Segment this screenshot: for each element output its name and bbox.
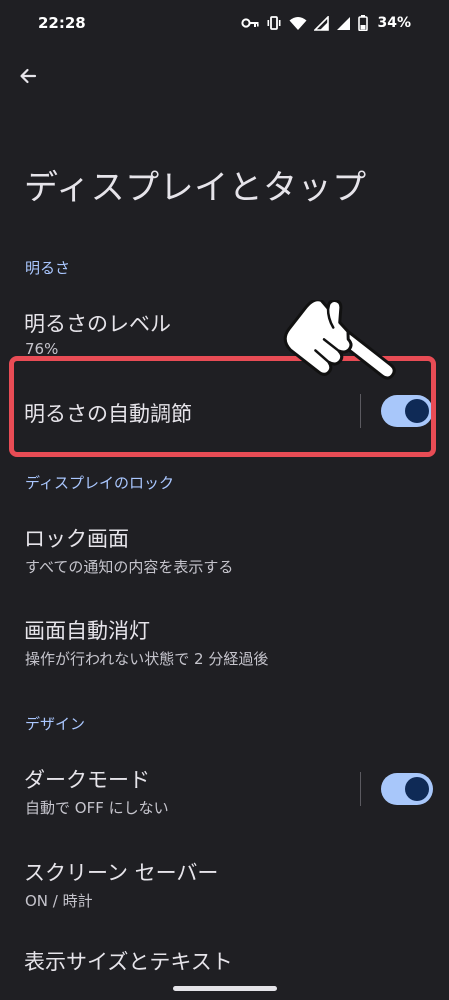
dark-mode-item[interactable]: ダークモード 自動で OFF にしない	[0, 752, 449, 832]
battery-icon	[358, 15, 369, 31]
screen-timeout-item[interactable]: 画面自動消灯 操作が行われない状態で 2 分経過後	[0, 602, 449, 682]
signal-icon	[336, 16, 351, 31]
dark-mode-title: ダークモード	[24, 768, 150, 792]
dark-mode-subtitle: 自動で OFF にしない	[25, 799, 169, 817]
adaptive-brightness-toggle[interactable]	[381, 395, 433, 427]
status-time: 22:28	[38, 14, 86, 32]
back-button[interactable]	[12, 62, 44, 94]
battery-percentage: 34%	[377, 15, 411, 31]
lock-screen-subtitle: すべての通知の内容を表示する	[25, 558, 234, 576]
toggle-divider	[360, 772, 361, 806]
brightness-level-item[interactable]: 明るさのレベル 76%	[0, 296, 449, 362]
arrow-back-icon	[18, 66, 38, 90]
section-header-brightness: 明るさ	[25, 259, 71, 277]
toggle-knob	[405, 399, 429, 423]
dark-mode-toggle[interactable]	[381, 773, 433, 805]
status-bar: 22:28 34%	[0, 0, 449, 48]
screensaver-title: スクリーン セーバー	[24, 861, 219, 885]
toggle-knob	[405, 777, 429, 801]
key-icon	[241, 17, 260, 29]
display-size-title: 表示サイズとテキスト	[24, 950, 233, 974]
toggle-divider	[360, 394, 361, 428]
screen-timeout-title: 画面自動消灯	[24, 619, 150, 643]
page-title: ディスプレイとタップ	[24, 168, 367, 208]
lock-screen-title: ロック画面	[24, 527, 129, 551]
lock-screen-item[interactable]: ロック画面 すべての通知の内容を表示する	[0, 510, 449, 590]
screensaver-subtitle: ON / 時計	[25, 892, 93, 910]
brightness-level-value: 76%	[25, 340, 59, 358]
screen-timeout-subtitle: 操作が行われない状態で 2 分経過後	[25, 650, 269, 668]
brightness-level-title: 明るさのレベル	[24, 312, 171, 336]
vibrate-icon	[266, 15, 282, 31]
section-header-design: デザイン	[25, 715, 86, 733]
section-header-lock: ディスプレイのロック	[25, 474, 174, 492]
status-icons: 34%	[241, 12, 411, 34]
signal-icon	[314, 15, 330, 31]
adaptive-brightness-item[interactable]: 明るさの自動調節	[0, 370, 449, 450]
display-size-item[interactable]: 表示サイズとテキスト	[0, 935, 449, 983]
screensaver-item[interactable]: スクリーン セーバー ON / 時計	[0, 845, 449, 925]
gesture-nav-bar[interactable]	[173, 986, 277, 991]
wifi-icon	[289, 16, 307, 31]
adaptive-brightness-title: 明るさの自動調節	[24, 402, 192, 426]
